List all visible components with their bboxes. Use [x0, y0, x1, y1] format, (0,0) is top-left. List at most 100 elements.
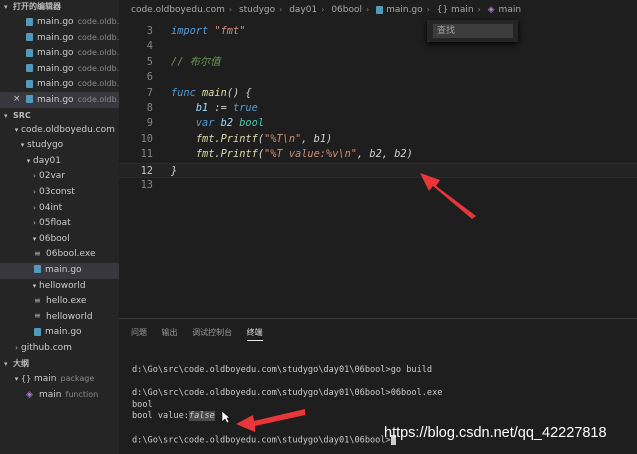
go-file-icon	[26, 33, 33, 42]
code-token: // 布尔值	[171, 55, 221, 68]
code-line[interactable]: 9 var b2 bool	[119, 116, 637, 131]
go-file-icon	[26, 95, 33, 104]
code-text: }	[171, 164, 177, 179]
tab-debug-console[interactable]: 调试控制台	[192, 327, 232, 340]
code-token: b2	[220, 117, 234, 130]
chevron-down-icon: ▾	[14, 375, 19, 384]
folder-item[interactable]: ▾ helloworld	[0, 279, 119, 295]
chevron-down-icon: ▾	[20, 141, 25, 150]
function-cube-icon: ◈	[487, 5, 495, 15]
folder-item[interactable]: ▾ code.oldboyedu.com	[0, 123, 119, 139]
tab-problems[interactable]: 问题	[131, 327, 147, 340]
chevron-right-icon: ›	[228, 5, 233, 14]
folder-item[interactable]: › 04int	[0, 201, 119, 217]
code-token: :=	[208, 101, 234, 114]
file-item-active[interactable]: main.go	[0, 262, 119, 279]
code-token: , b2, b2)	[357, 148, 413, 161]
file-item[interactable]: ≡ 06bool.exe	[0, 247, 119, 263]
line-number: 7	[146, 86, 153, 99]
line-number: 13	[140, 178, 153, 191]
open-editor-item[interactable]: main.gocode.oldb...	[0, 30, 119, 46]
tab-output[interactable]: 输出	[162, 327, 178, 340]
code-line[interactable]: 5 // 布尔值	[119, 55, 637, 70]
breadcrumb-item[interactable]: 06bool	[331, 5, 362, 15]
terminal-line: d:\Go\src\code.oldboyedu.com\studygo\day…	[132, 388, 443, 399]
breadcrumb-item[interactable]: code.oldboyedu.com	[131, 5, 225, 15]
line-number: 4	[146, 40, 153, 53]
code-line[interactable]: 11 fmt.Printf("%T value:%v\n", b2, b2)	[119, 147, 637, 162]
breadcrumb-item[interactable]: main	[499, 5, 522, 15]
code-token: () {	[226, 86, 252, 99]
red-arrow-annotation	[420, 173, 476, 219]
open-editor-item-active[interactable]: ×main.gocode.oldb...	[0, 91, 119, 108]
go-file-icon	[26, 64, 33, 73]
line-number: 12	[140, 164, 153, 177]
tab-terminal[interactable]: 终端	[246, 327, 263, 341]
code-lines[interactable]: 3 import "fmt" 4 5// 布尔值 6 7 func main() {8 b1…	[119, 24, 637, 193]
open-editor-item[interactable]: main.gocode.oldb...	[0, 76, 119, 92]
watermark-url: https://blog.csdn.net/qq_42227818	[384, 425, 607, 441]
code-token: bool	[239, 117, 265, 130]
code-editor[interactable]: code.oldboyedu.com › studygo › day01 › 06bo…	[119, 0, 637, 318]
outline-item[interactable]: ◈ main function	[0, 387, 119, 403]
code-line[interactable]: 4	[119, 39, 637, 54]
file-lines-icon: ≡	[34, 295, 41, 305]
code-token: var	[195, 117, 215, 130]
chevron-right-icon: ›	[321, 5, 325, 14]
chevron-right-icon: ›	[366, 5, 370, 14]
folder-item[interactable]: › 03const	[0, 185, 119, 201]
code-line[interactable]: 7 func main() {	[119, 86, 637, 101]
breadcrumb-item[interactable]: {} main	[437, 5, 474, 15]
file-item[interactable]: ≡ helloworld	[0, 310, 119, 326]
go-file-icon	[376, 5, 384, 14]
folder-item[interactable]: ▾ 06bool	[0, 232, 119, 248]
code-line[interactable]: 6	[119, 70, 637, 85]
code-token: b1	[195, 101, 209, 114]
folder-item[interactable]: ▾ day01	[0, 154, 119, 170]
chevron-right-icon: ›	[279, 5, 283, 14]
outline-item[interactable]: ▾{} main package	[0, 371, 119, 387]
chevron-right-icon: ›	[33, 203, 36, 212]
line-number: 9	[146, 117, 153, 130]
folder-item[interactable]: › 05float	[0, 216, 119, 232]
file-item[interactable]: ≡ hello.exe	[0, 294, 119, 310]
outline-header[interactable]: ▾ 大纲	[0, 357, 119, 371]
code-line[interactable]: 3 import "fmt"	[119, 24, 637, 39]
code-line[interactable]: 13	[119, 178, 637, 193]
folder-item[interactable]: › 02var	[0, 169, 119, 185]
code-token: "fmt"	[214, 25, 246, 37]
open-editors-header[interactable]: ▾ 打开的编辑器	[0, 0, 119, 14]
chevron-right-icon: ›	[33, 187, 36, 196]
code-line-current[interactable]: 12}	[119, 162, 637, 179]
chevron-down-icon: ▾	[4, 360, 8, 369]
open-editor-item[interactable]: main.gocode.oldb...	[0, 61, 119, 77]
folder-item[interactable]: ▾ studygo	[0, 138, 119, 154]
open-editor-item[interactable]: main.gocode.oldb...	[0, 45, 119, 61]
chevron-down-icon: ▾	[32, 234, 37, 243]
close-icon[interactable]: ×	[13, 92, 21, 108]
line-number: 10	[140, 132, 153, 145]
breadcrumb: code.oldboyedu.com › studygo › day01 › 06bo…	[131, 5, 525, 19]
folder-item[interactable]: › github.com	[0, 341, 119, 357]
chevron-down-icon: ▾	[14, 125, 19, 134]
code-line[interactable]: 8 b1 := true	[119, 101, 637, 116]
code-line[interactable]: 10 fmt.Printf("%T\n", b1)	[119, 132, 637, 147]
code-token: "%T value:%v\n"	[264, 148, 358, 161]
find-input[interactable]: 查找	[433, 24, 513, 38]
src-header[interactable]: ▾ SRC	[0, 109, 119, 123]
code-text: b1 := true	[171, 101, 258, 116]
code-token: }	[171, 164, 178, 177]
go-file-icon	[26, 17, 33, 26]
file-item[interactable]: main.go	[0, 325, 119, 341]
breadcrumb-item[interactable]: main.go	[386, 5, 423, 15]
code-token: func	[171, 86, 196, 99]
terminal-line: d:\Go\src\code.oldboyedu.com\studygo\day…	[132, 365, 433, 375]
chevron-down-icon: ▾	[32, 281, 37, 290]
open-editor-item[interactable]: main.gocode.oldb...	[0, 14, 119, 30]
breadcrumb-item[interactable]: day01	[289, 5, 317, 15]
red-arrow-annotation	[236, 409, 305, 432]
line-number: 11	[140, 148, 153, 161]
line-number: 8	[146, 101, 153, 114]
breadcrumb-item[interactable]: studygo	[239, 5, 275, 15]
